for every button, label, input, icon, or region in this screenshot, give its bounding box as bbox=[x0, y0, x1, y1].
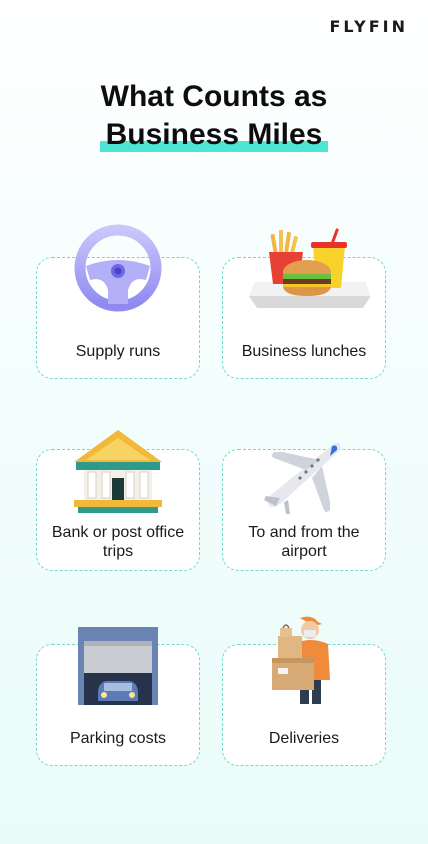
parking-garage-icon bbox=[78, 627, 158, 705]
card-label: Supply runs bbox=[75, 343, 161, 360]
card-label: Business lunches bbox=[241, 343, 367, 360]
burger-meal-icon bbox=[249, 228, 371, 308]
bank-building-icon bbox=[74, 430, 162, 513]
card-label: Deliveries bbox=[268, 730, 340, 747]
card-label: Bank or post office trips bbox=[51, 524, 185, 560]
delivery-person-icon bbox=[272, 616, 330, 704]
title-line-1: What Counts as bbox=[100, 80, 328, 113]
title-line-2: Business Miles bbox=[99, 116, 329, 154]
flyfin-logo: FLYFIN bbox=[329, 17, 408, 36]
page-title: What Counts as Business Miles bbox=[0, 78, 428, 154]
card-label: Parking costs bbox=[69, 730, 167, 747]
card-label: To and from the airport bbox=[248, 524, 360, 560]
steering-wheel-icon bbox=[74, 224, 162, 312]
airplane-icon bbox=[264, 442, 341, 514]
